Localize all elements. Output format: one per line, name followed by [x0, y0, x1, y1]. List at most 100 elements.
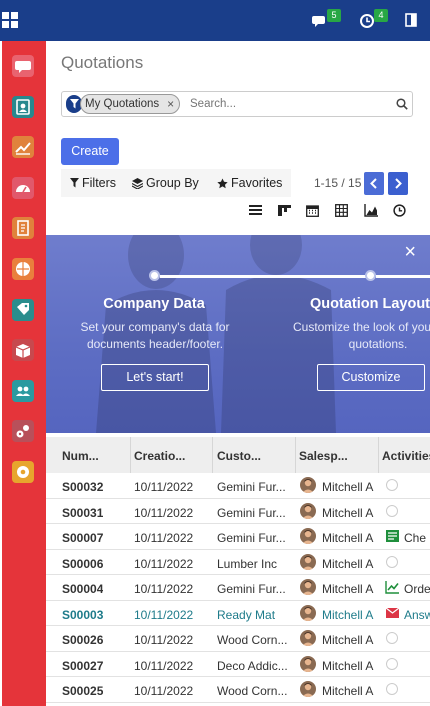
main-content: Quotations My Quotations × Create Filter… — [46, 41, 430, 706]
avatar — [300, 630, 316, 646]
invoicing-icon — [17, 220, 29, 236]
customize-button[interactable]: Customize — [317, 364, 425, 391]
table-row[interactable]: S00027 10/11/2022 Deco Addic... Mitchell A — [46, 652, 430, 677]
filters-label: Filters — [82, 176, 117, 190]
sidebar-item-invoicing[interactable] — [12, 217, 34, 239]
sidebar-item-contacts[interactable] — [12, 96, 34, 118]
creation-date: 10/11/2022 — [134, 684, 194, 698]
avatar — [300, 681, 316, 697]
activity-clock-icon[interactable] — [386, 555, 398, 568]
apps-menu-icon[interactable] — [2, 12, 18, 28]
column-header-number[interactable]: Num... — [62, 449, 99, 463]
creation-date: 10/11/2022 — [134, 607, 194, 622]
pager-value[interactable]: 1-15 / 15 — [314, 176, 361, 190]
sidebar-item-employees[interactable] — [12, 380, 34, 402]
sidebar-item-manufacturing[interactable] — [12, 420, 34, 442]
column-header-activities[interactable]: Activities — [382, 449, 430, 463]
lets-start-button[interactable]: Let's start! — [101, 364, 209, 391]
sidebar-item-settings[interactable] — [12, 461, 34, 483]
activity-view-icon[interactable] — [393, 204, 407, 218]
graph-view-icon[interactable] — [364, 204, 378, 218]
dashboards-icon — [16, 185, 30, 193]
customer-name: Gemini Fur... — [217, 505, 286, 520]
activity-clock-icon[interactable] — [386, 683, 398, 695]
column-divider[interactable] — [130, 437, 131, 473]
table-row[interactable]: S00025 10/11/2022 Wood Corn... Mitchell A — [46, 677, 430, 703]
calendar-view-icon[interactable] — [306, 204, 320, 218]
sidebar-item-crm[interactable] — [12, 136, 34, 158]
toggle-panel-button[interactable] — [405, 13, 417, 33]
table-row[interactable]: S00031 10/11/2022 Gemini Fur... Mitchell A — [46, 499, 430, 524]
table-row[interactable]: S00032 10/11/2022 Gemini Fur... Mitchell A — [46, 473, 430, 499]
top-navbar: 5 4 — [0, 0, 430, 41]
column-divider[interactable] — [378, 437, 379, 473]
activities-button[interactable]: 4 — [359, 9, 388, 30]
pager-next-button[interactable] — [388, 172, 408, 195]
quotation-number: S00032 — [62, 480, 104, 494]
favorites-label: Favorites — [231, 176, 283, 190]
salesperson-name: Mitchell A — [322, 658, 374, 673]
onboarding-banner: × Company Data Set your company's data f… — [46, 235, 430, 433]
sidebar-item-dashboards[interactable] — [12, 177, 34, 199]
salesperson-name: Mitchell A — [322, 531, 374, 545]
table-row[interactable]: S00007 10/11/2022 Gemini Fur... Mitchell A C… — [46, 524, 430, 550]
clock-icon — [360, 14, 374, 28]
column-header-salesperson[interactable]: Salesp... — [299, 449, 348, 463]
activity-clock-icon[interactable] — [386, 479, 398, 491]
chart-icon[interactable] — [385, 580, 400, 594]
discuss-icon — [15, 61, 31, 73]
table-header: Num... Creatio... Custo... Salesp... Act… — [46, 437, 430, 473]
column-header-creation-date[interactable]: Creatio... — [134, 449, 185, 463]
column-header-customer[interactable]: Custo... — [217, 449, 261, 463]
pager-previous-button[interactable] — [364, 172, 384, 195]
messages-button[interactable]: 5 — [312, 9, 341, 30]
search-options: Filters Group By Favorites — [61, 169, 291, 197]
column-divider[interactable] — [295, 437, 296, 473]
activity-clock-icon[interactable] — [386, 657, 398, 670]
crm-icon — [15, 142, 31, 155]
list-view-icon[interactable] — [249, 204, 263, 218]
sidebar-item-discuss[interactable] — [12, 55, 34, 77]
filters-button[interactable]: Filters — [70, 176, 116, 190]
search-input[interactable] — [190, 95, 390, 113]
facet-remove-icon[interactable]: × — [167, 95, 174, 113]
table-row[interactable]: S00004 10/11/2022 Gemini Fur... Mitchell A O… — [46, 575, 430, 601]
group-by-button[interactable]: Group By — [132, 176, 199, 190]
kanban-view-icon[interactable] — [278, 204, 292, 218]
website-icon — [16, 262, 30, 276]
table-row[interactable]: S00026 10/11/2022 Wood Corn... Mitchell A — [46, 626, 430, 652]
search-box[interactable]: My Quotations × — [61, 91, 413, 117]
favorites-button[interactable]: Favorites — [217, 176, 282, 190]
create-button[interactable]: Create — [61, 138, 119, 165]
sidebar-item-website[interactable] — [12, 258, 34, 280]
step-description-line: quotations. — [348, 337, 408, 351]
step-description-line: Customize the look of your — [293, 320, 430, 334]
quotation-number: S00026 — [62, 633, 104, 647]
table-row[interactable]: S00003 10/11/2022 Ready Mat Mitchell A Answ — [46, 601, 430, 626]
layers-icon — [132, 177, 143, 189]
filter-icon — [70, 178, 79, 188]
salesperson-name: Mitchell A — [322, 633, 374, 647]
creation-date: 10/11/2022 — [134, 505, 194, 520]
quotation-number: S00006 — [62, 556, 104, 571]
salesperson-name: Mitchell A — [322, 556, 374, 571]
pivot-view-icon[interactable] — [335, 204, 349, 218]
table-row[interactable]: S00006 10/11/2022 Lumber Inc Mitchell A — [46, 550, 430, 575]
column-divider[interactable] — [212, 437, 213, 473]
search-icon[interactable] — [396, 97, 408, 115]
activity-clock-icon[interactable] — [386, 632, 398, 644]
envelope-icon[interactable] — [385, 606, 400, 620]
chevron-left-icon — [370, 178, 377, 189]
activity-clock-icon[interactable] — [386, 504, 398, 517]
activity-summary: Che — [404, 531, 427, 545]
activity-summary: Answ — [404, 607, 430, 622]
customer-name: Gemini Fur... — [217, 480, 286, 494]
filter-facet[interactable]: My Quotations × — [66, 94, 181, 114]
banner-close-button[interactable]: × — [404, 242, 416, 262]
customer-name: Deco Addic... — [217, 658, 288, 673]
customer-name: Wood Corn... — [217, 684, 288, 698]
sidebar-item-inventory[interactable] — [12, 339, 34, 361]
task-icon[interactable] — [385, 529, 400, 543]
sidebar-item-sales[interactable] — [12, 299, 34, 321]
creation-date: 10/11/2022 — [134, 531, 194, 545]
